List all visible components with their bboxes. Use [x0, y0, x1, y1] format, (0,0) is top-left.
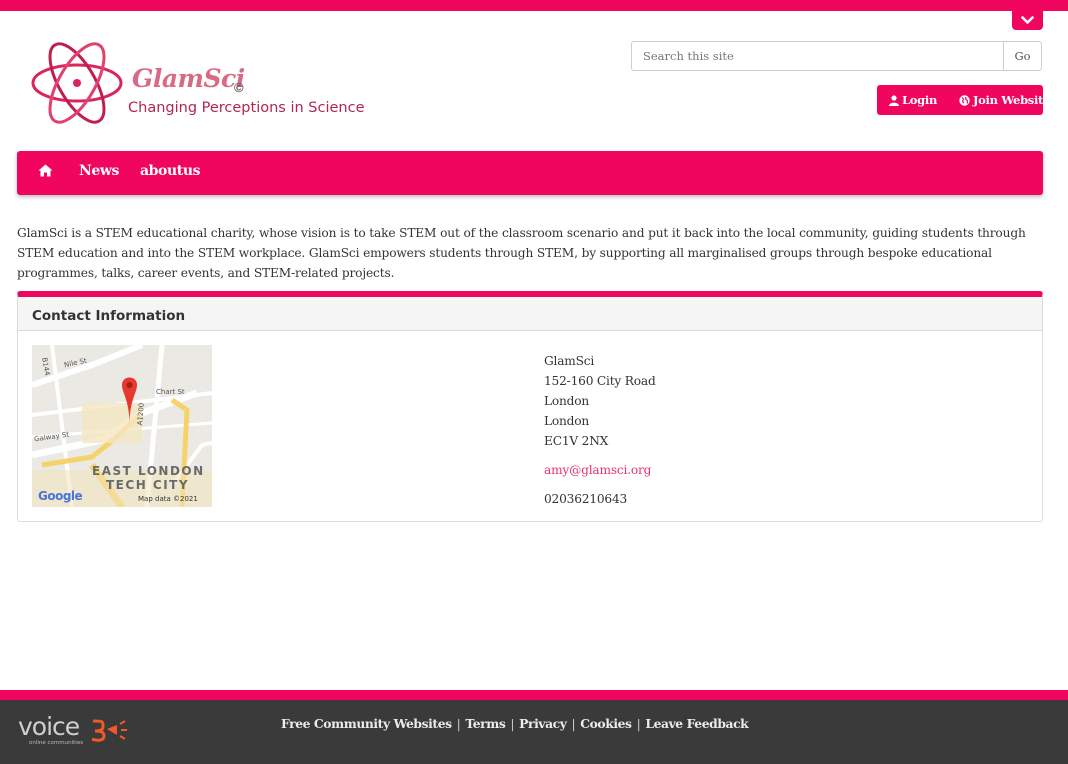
- address-street: 152-160 City Road: [544, 374, 656, 388]
- map-attribution: Map data ©2021: [138, 495, 198, 503]
- voice-logo-mark-icon: [91, 719, 127, 742]
- footer-links: Free Community Websites | Terms | Privac…: [281, 716, 749, 731]
- address-region: London: [544, 414, 590, 428]
- login-label: Login: [902, 93, 938, 107]
- site-logo[interactable]: GlamSci © Changing Perceptions in Scienc…: [30, 38, 370, 130]
- location-map[interactable]: B144 Nile St Chart St A1200 Galway St EA…: [32, 345, 212, 507]
- contact-panel-title: Contact Information: [32, 308, 186, 324]
- address-org-name: GlamSci: [544, 354, 595, 368]
- auth-bar: Login Join Website: [877, 85, 1050, 115]
- join-website-button[interactable]: Join Website: [959, 93, 1050, 107]
- footer-link-privacy[interactable]: Privacy: [519, 716, 567, 731]
- globe-icon: [959, 94, 970, 106]
- contact-panel-header: Contact Information: [18, 297, 1042, 331]
- header-toggle-button[interactable]: [1012, 11, 1043, 30]
- footer-link-leave-feedback[interactable]: Leave Feedback: [645, 716, 748, 731]
- map-label-area: EAST LONDON: [92, 464, 205, 478]
- footer-link-free-community-websites[interactable]: Free Community Websites: [281, 716, 452, 731]
- address-city: London: [544, 394, 590, 408]
- footer-separator: |: [636, 716, 641, 731]
- nav-item-news[interactable]: News: [79, 163, 119, 179]
- intro-paragraph: GlamSci is a STEM educational charity, w…: [17, 226, 1026, 280]
- footer-link-terms[interactable]: Terms: [465, 716, 505, 731]
- chevron-down-icon: [1021, 16, 1034, 24]
- contact-panel: Contact Information B144 Nile St Chart S…: [17, 291, 1043, 522]
- address-block: GlamSci 152-160 City Road London London …: [544, 351, 656, 509]
- footer-separator: |: [456, 716, 461, 731]
- contact-phone: 02036210643: [544, 492, 628, 506]
- address-postcode: EC1V 2NX: [544, 434, 609, 448]
- site-footer: voice online communities Free Community …: [0, 700, 1068, 764]
- atom-logo-icon: [31, 42, 123, 124]
- footer-link-cookies[interactable]: Cookies: [580, 716, 632, 731]
- join-website-label: Join Website: [973, 93, 1051, 107]
- footer-accent-bar: [0, 690, 1068, 700]
- voice-logo-subtitle: online communities: [29, 740, 84, 746]
- map-label-area: TECH CITY: [106, 478, 190, 492]
- search-go-button[interactable]: Go: [1003, 41, 1042, 71]
- logo-copyright-mark: ©: [234, 80, 244, 95]
- contact-email-link[interactable]: amy@glamsci.org: [544, 460, 656, 480]
- search-input[interactable]: [631, 41, 1004, 71]
- google-logo: Google: [38, 489, 83, 503]
- logo-tagline: Changing Perceptions in Science: [128, 100, 365, 116]
- voice-logo-word: voice: [18, 712, 80, 741]
- main-navbar: News aboutus: [17, 151, 1043, 195]
- user-icon: [889, 94, 899, 106]
- footer-separator: |: [510, 716, 515, 731]
- footer-separator: |: [571, 716, 576, 731]
- login-button[interactable]: Login: [889, 93, 937, 107]
- home-icon[interactable]: [38, 164, 53, 177]
- logo-brand-name: GlamSci: [132, 64, 245, 93]
- top-accent-bar: [0, 0, 1068, 11]
- map-label-street: Chart St: [156, 388, 185, 396]
- nav-item-aboutus[interactable]: aboutus: [140, 163, 201, 179]
